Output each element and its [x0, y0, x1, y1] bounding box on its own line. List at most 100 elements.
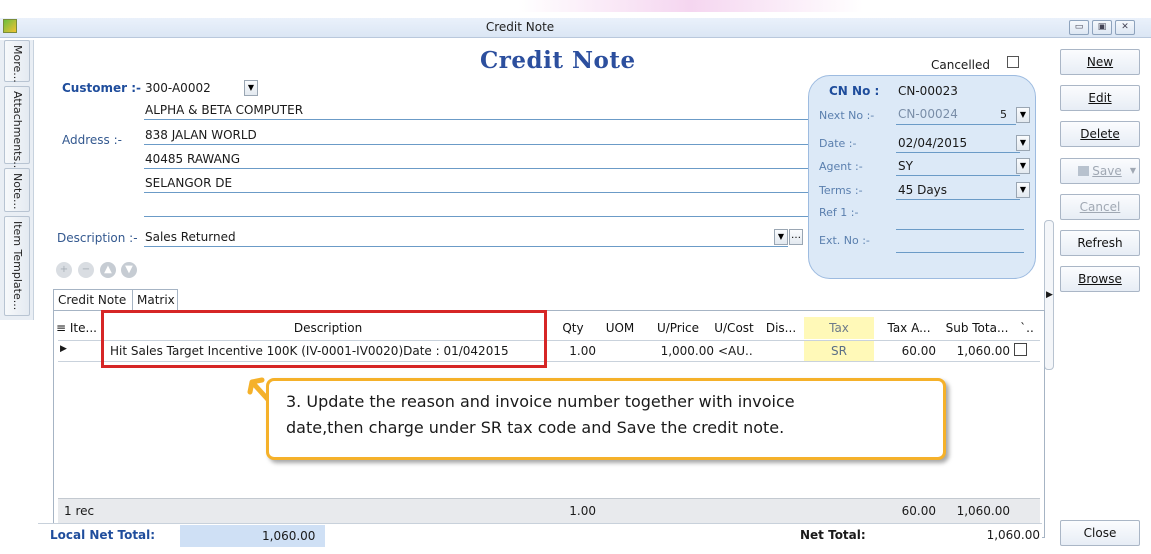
- row-qty[interactable]: 1.00: [564, 344, 596, 358]
- tab-credit-note-label: Credit Note: [58, 293, 127, 307]
- footer-subtotal: 1,060.00: [956, 504, 1010, 518]
- local-net-total-value: 1,060.00: [262, 529, 316, 543]
- row-tax[interactable]: SR: [804, 341, 874, 361]
- address-label: Address :-: [62, 133, 122, 147]
- customer-dropdown-icon[interactable]: ▼: [244, 80, 258, 96]
- save-disk-icon: [1078, 166, 1090, 176]
- window-title: Credit Note: [485, 20, 555, 34]
- agent-field[interactable]: SY: [896, 156, 1020, 176]
- agent-value: SY: [898, 159, 913, 173]
- date-label: Date :-: [819, 137, 857, 150]
- ref1-field[interactable]: [896, 210, 1024, 230]
- ref1-label: Ref 1 :-: [819, 206, 859, 219]
- description-dropdown-icon[interactable]: ▼: [774, 229, 788, 245]
- tab-attachments[interactable]: Attachments...: [4, 86, 30, 172]
- tab-item-template[interactable]: Item Template...: [4, 216, 30, 316]
- address-line-4[interactable]: [144, 197, 810, 217]
- customer-code[interactable]: 300-A0002: [145, 81, 211, 95]
- remove-row-icon[interactable]: −: [78, 262, 94, 278]
- cancelled-label: Cancelled: [931, 58, 990, 72]
- instruction-callout: 3. Update the reason and invoice number …: [266, 378, 946, 460]
- cancel-button[interactable]: Cancel: [1060, 194, 1140, 220]
- col-header-uom[interactable]: UOM: [598, 317, 642, 339]
- cancelled-checkbox[interactable]: [1007, 56, 1019, 68]
- col-header-tax-amount[interactable]: Tax A...: [876, 317, 942, 339]
- row-ucost[interactable]: <AU..: [718, 344, 753, 358]
- next-no-value: CN-00024: [898, 107, 958, 121]
- browse-button-label: Browse: [1078, 272, 1122, 286]
- cn-no-value: CN-00023: [898, 84, 958, 98]
- col-header-item[interactable]: ≡ Ite...: [56, 317, 106, 339]
- agent-dropdown-icon[interactable]: ▼: [1016, 158, 1030, 174]
- move-down-icon[interactable]: ▼: [121, 262, 137, 278]
- customer-name: ALPHA & BETA COMPUTER: [145, 103, 304, 117]
- address-line-3[interactable]: SELANGOR DE: [144, 173, 810, 193]
- ext-no-label: Ext. No :-: [819, 234, 870, 247]
- tab-attachments-label: Attachments...: [11, 91, 24, 172]
- row-uprice[interactable]: 1,000.00: [658, 344, 714, 358]
- cancel-button-label: Cancel: [1079, 200, 1121, 214]
- col-header-uprice[interactable]: U/Price: [646, 317, 710, 339]
- terms-field[interactable]: 45 Days: [896, 180, 1020, 200]
- row-checkbox[interactable]: [1014, 343, 1027, 356]
- restore-button[interactable]: ▣: [1092, 20, 1112, 35]
- new-button-label: New: [1086, 55, 1114, 69]
- row-tax-amount[interactable]: 60.00: [880, 344, 936, 358]
- save-button[interactable]: Save ▼: [1060, 158, 1140, 184]
- col-header-extra[interactable]: `..: [1014, 317, 1040, 339]
- footer-tax-total: 60.00: [901, 504, 936, 518]
- address-line-1[interactable]: 838 JALAN WORLD: [144, 125, 810, 145]
- record-count: 1 rec: [64, 504, 95, 518]
- save-dropdown-icon[interactable]: ▼: [1130, 159, 1136, 183]
- minimize-button[interactable]: ▭: [1069, 20, 1089, 35]
- terms-dropdown-icon[interactable]: ▼: [1016, 182, 1030, 198]
- footer-qty-total: 1.00: [569, 504, 596, 518]
- address-line-2-text: 40485 RAWANG: [145, 152, 241, 166]
- save-button-label: Save: [1092, 164, 1122, 178]
- customer-label: Customer :-: [62, 81, 141, 95]
- new-button[interactable]: New: [1060, 49, 1140, 75]
- annotation-highlight-box: [101, 310, 547, 368]
- tab-credit-note[interactable]: Credit Note: [53, 289, 133, 311]
- tab-note[interactable]: Note...: [4, 168, 30, 212]
- description-more-icon[interactable]: …: [789, 229, 803, 245]
- next-no-field[interactable]: CN-00024 5: [896, 105, 1016, 125]
- next-no-dropdown-icon[interactable]: ▼: [1016, 107, 1030, 123]
- browse-button[interactable]: Browse: [1060, 266, 1140, 292]
- ext-no-field[interactable]: [896, 233, 1024, 253]
- description-field[interactable]: Sales Returned: [144, 227, 788, 247]
- date-dropdown-icon[interactable]: ▼: [1016, 135, 1030, 151]
- terms-value: 45 Days: [898, 183, 948, 197]
- next-no-label: Next No :-: [819, 109, 875, 122]
- top-strip: [0, 0, 1151, 12]
- next-no-suffix: 5: [1000, 108, 1007, 121]
- date-field[interactable]: 02/04/2015: [896, 133, 1020, 153]
- page-title: Credit Note: [480, 47, 636, 74]
- close-window-button[interactable]: ✕: [1115, 20, 1135, 35]
- address-line-3-text: SELANGOR DE: [145, 176, 233, 190]
- address-line-2[interactable]: 40485 RAWANG: [144, 149, 810, 169]
- tab-matrix[interactable]: Matrix: [133, 289, 178, 311]
- col-header-qty[interactable]: Qty: [552, 317, 594, 339]
- delete-button[interactable]: Delete: [1060, 121, 1140, 147]
- description-value: Sales Returned: [145, 230, 236, 244]
- tab-more[interactable]: More...: [4, 40, 30, 83]
- close-button[interactable]: Close: [1060, 520, 1140, 546]
- customer-name-field[interactable]: ALPHA & BETA COMPUTER: [144, 100, 810, 120]
- col-header-ucost[interactable]: U/Cost: [708, 317, 760, 339]
- local-net-total-box: 1,060.00: [180, 525, 325, 547]
- refresh-button[interactable]: Refresh: [1060, 230, 1140, 256]
- move-up-icon[interactable]: ▲: [100, 262, 116, 278]
- agent-label: Agent :-: [819, 160, 863, 173]
- row-subtotal[interactable]: 1,060.00: [938, 344, 1010, 358]
- refresh-button-label: Refresh: [1077, 236, 1123, 250]
- description-label: Description :-: [57, 231, 138, 245]
- edit-button[interactable]: Edit: [1060, 85, 1140, 111]
- col-header-disc[interactable]: Dis...: [762, 317, 800, 339]
- col-header-tax[interactable]: Tax: [804, 317, 874, 339]
- edit-button-label: Edit: [1088, 91, 1112, 105]
- collapse-arrow-icon[interactable]: ▶: [1046, 290, 1053, 300]
- add-row-icon[interactable]: +: [56, 262, 72, 278]
- close-button-label: Close: [1083, 526, 1117, 540]
- col-header-subtotal[interactable]: Sub Tota...: [942, 317, 1012, 339]
